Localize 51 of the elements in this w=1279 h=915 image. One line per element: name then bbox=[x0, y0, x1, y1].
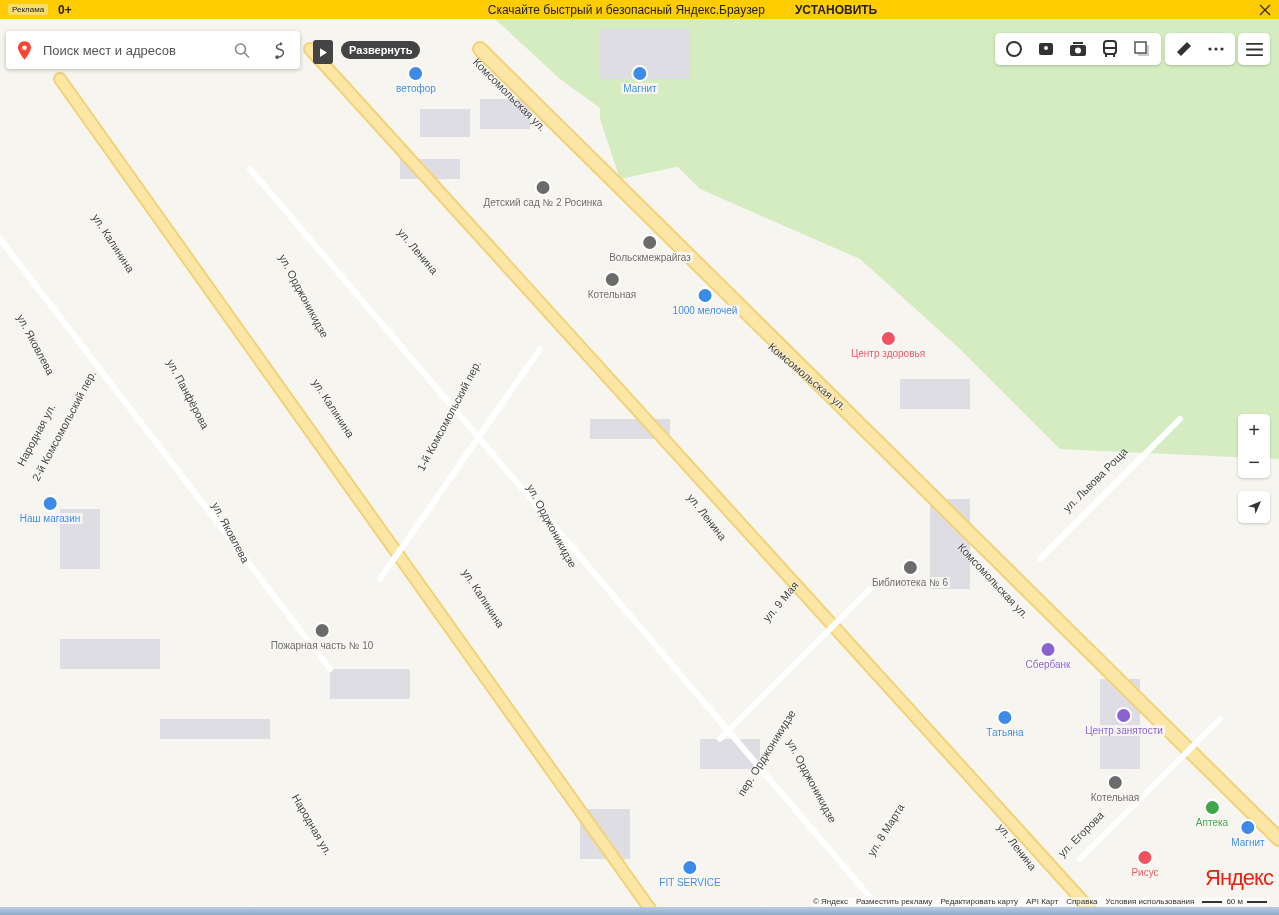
banner-text: Скачайте быстрый и безопасный Яндекс.Браузер bbox=[487, 2, 765, 17]
search-icon[interactable] bbox=[234, 41, 250, 59]
poi-label[interactable]: Магнит bbox=[1229, 837, 1267, 848]
poi-label[interactable]: Котельная bbox=[585, 289, 639, 300]
poi-label[interactable]: Сбербанк bbox=[1023, 659, 1073, 670]
close-icon[interactable] bbox=[1259, 3, 1271, 16]
pin-icon bbox=[18, 40, 31, 60]
expand-arrow-button[interactable] bbox=[313, 40, 333, 64]
ruler-icon[interactable] bbox=[1175, 40, 1193, 58]
scale-label: 60 м bbox=[1226, 897, 1243, 906]
poi-label[interactable]: Наш магазин bbox=[17, 513, 83, 524]
bus-icon[interactable] bbox=[1101, 40, 1119, 58]
footer-link[interactable]: Редактировать карту bbox=[940, 897, 1018, 906]
poi-label[interactable]: Детский сад № 2 Росинка bbox=[481, 197, 605, 208]
poi-label[interactable]: Вольскмежрайгаз bbox=[607, 252, 693, 263]
poi-label[interactable]: FIT SERVICE bbox=[657, 877, 723, 888]
traffic-icon[interactable] bbox=[1005, 40, 1023, 58]
panorama-icon[interactable] bbox=[1037, 40, 1055, 58]
menu-icon bbox=[1245, 42, 1263, 56]
poi-label[interactable]: Котельная bbox=[1088, 792, 1142, 803]
poi-label[interactable]: ветофор bbox=[394, 83, 438, 94]
footer-link[interactable]: Условия использования bbox=[1105, 897, 1195, 906]
locate-button[interactable] bbox=[1238, 491, 1270, 523]
search-field[interactable]: Поиск мест и адресов bbox=[6, 31, 300, 69]
camera-icon[interactable] bbox=[1069, 40, 1087, 58]
layers-icon[interactable] bbox=[1133, 40, 1151, 58]
poi-label[interactable]: Рисус bbox=[1129, 867, 1161, 878]
poi-label[interactable]: Татьяна bbox=[984, 727, 1026, 738]
poi-label[interactable]: Пожарная часть № 10 bbox=[268, 640, 376, 651]
scale-bar bbox=[1247, 900, 1267, 903]
ad-label: Реклама bbox=[8, 4, 49, 15]
poi-label[interactable]: Библиотека № 6 bbox=[869, 577, 951, 588]
expand-button[interactable]: Развернуть bbox=[341, 41, 421, 59]
poi-label[interactable]: Центр занятости bbox=[1083, 725, 1165, 736]
yandex-logo: Яндекс bbox=[1205, 865, 1273, 891]
poi-label[interactable]: Магнит bbox=[621, 83, 659, 94]
poi-label[interactable]: Центр здоровья bbox=[848, 348, 928, 359]
play-icon bbox=[319, 47, 327, 57]
zoom-in-button[interactable]: + bbox=[1238, 414, 1270, 446]
footer-link[interactable]: Разместить рекламу bbox=[855, 897, 933, 906]
poi-label[interactable]: Аптека bbox=[1193, 817, 1231, 828]
age-rating: 0+ bbox=[58, 2, 72, 17]
footer-link[interactable]: API Карт bbox=[1026, 897, 1059, 906]
scale-bar bbox=[1202, 900, 1223, 903]
footer-link[interactable]: © Яндекс bbox=[812, 897, 848, 906]
location-arrow-icon bbox=[1246, 499, 1262, 515]
poi-label[interactable]: 1000 мелочей bbox=[670, 305, 740, 316]
footer-link[interactable]: Справка bbox=[1066, 897, 1098, 906]
install-link[interactable]: УСТАНОВИТЬ bbox=[794, 2, 878, 17]
menu-button[interactable] bbox=[1238, 33, 1270, 65]
zoom-out-button[interactable]: − bbox=[1238, 446, 1270, 478]
